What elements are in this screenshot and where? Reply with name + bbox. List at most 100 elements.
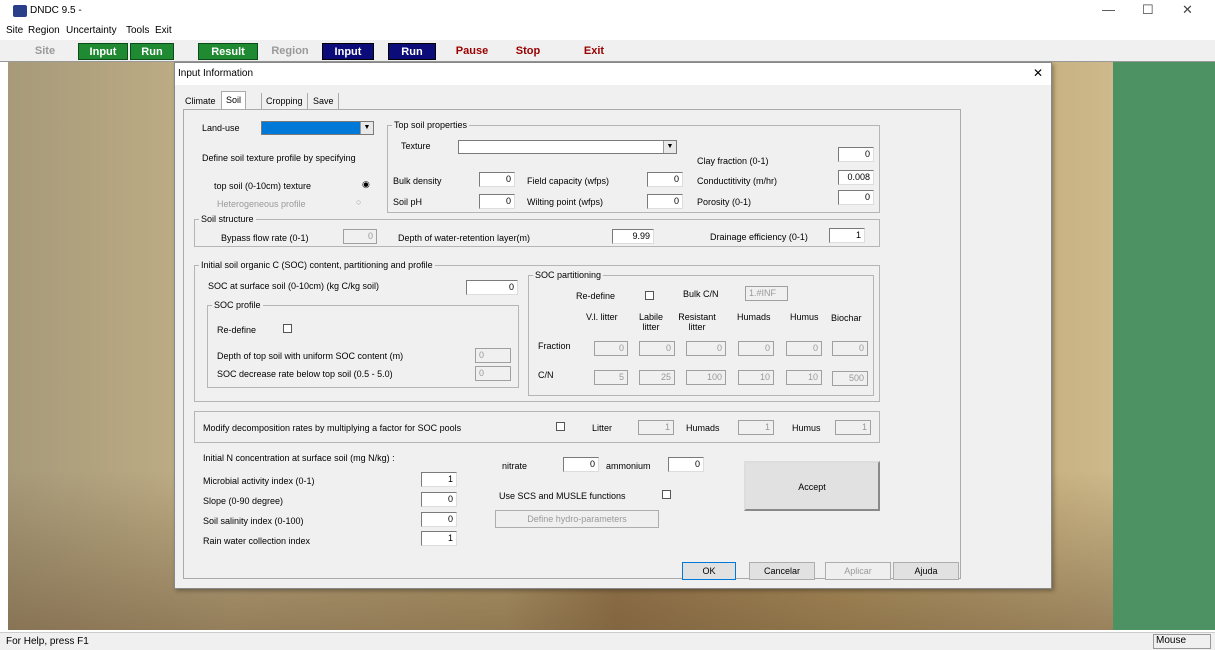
- define-texture-label: Define soil texture profile by specifyin…: [202, 153, 356, 163]
- soil-structure-title: Soil structure: [199, 214, 256, 224]
- cn-vl-litter[interactable]: 5: [594, 370, 628, 385]
- slope-input[interactable]: 0: [421, 492, 457, 507]
- scs-checkbox[interactable]: [662, 490, 671, 499]
- soc-partitioning-title: SOC partitioning: [533, 270, 604, 280]
- nitrate-input[interactable]: 0: [563, 457, 599, 472]
- soc-redefine-checkbox[interactable]: [283, 324, 292, 333]
- drainage-input[interactable]: 1: [829, 228, 865, 243]
- define-hydro-button[interactable]: Define hydro-parameters: [495, 510, 659, 528]
- top-soil-title: Top soil properties: [392, 120, 470, 130]
- window-title-bar: [0, 0, 1215, 22]
- fraction-biochar[interactable]: 0: [832, 341, 868, 356]
- landuse-label: Land-use: [202, 123, 240, 133]
- fraction-resistant[interactable]: 0: [686, 341, 726, 356]
- decomp-humads-label: Humads: [686, 423, 720, 433]
- decomp-checkbox[interactable]: [556, 422, 565, 431]
- bulk-density-label: Bulk density: [393, 176, 442, 186]
- menu-tools[interactable]: Tools: [126, 25, 149, 36]
- result-button[interactable]: Result: [198, 43, 258, 60]
- decomp-humus-label: Humus: [792, 423, 821, 433]
- decomp-humads-input[interactable]: 1: [738, 420, 774, 435]
- porosity-label: Porosity (0-1): [697, 197, 752, 207]
- soil-ph-input[interactable]: 0: [479, 194, 515, 209]
- salinity-input[interactable]: 0: [421, 512, 457, 527]
- input-button[interactable]: Input: [78, 43, 128, 60]
- menu-bar: Site Region Uncertainty Tools Exit: [0, 22, 1215, 38]
- bulk-density-input[interactable]: 0: [479, 172, 515, 187]
- field-capacity-input[interactable]: 0: [647, 172, 683, 187]
- soc-rate-input[interactable]: 0: [475, 366, 511, 381]
- cn-labile[interactable]: 25: [639, 370, 675, 385]
- minimize-button[interactable]: —: [1102, 2, 1115, 17]
- menu-site[interactable]: Site: [6, 25, 23, 36]
- top-soil-group: Top soil properties: [387, 120, 880, 213]
- hetero-profile-label: Heterogeneous profile: [217, 199, 306, 209]
- micro-input[interactable]: 1: [421, 472, 457, 487]
- close-window-button[interactable]: ✕: [1182, 2, 1193, 18]
- chevron-down-icon: ▼: [663, 141, 676, 153]
- region-run-button[interactable]: Run: [388, 43, 436, 60]
- salinity-label: Soil salinity index (0-100): [203, 516, 304, 526]
- texture-dropdown[interactable]: ▼: [458, 140, 677, 154]
- region-input-button[interactable]: Input: [322, 43, 374, 60]
- maximize-button[interactable]: ☐: [1142, 2, 1154, 18]
- region-button[interactable]: Region: [262, 43, 318, 60]
- toolbar: Site Input Run Result Region Input Run P…: [0, 40, 1215, 62]
- cancel-button[interactable]: Cancelar: [749, 562, 815, 580]
- app-icon: [13, 5, 27, 17]
- ok-button[interactable]: OK: [682, 562, 736, 580]
- dialog-title-bar: [175, 63, 1051, 85]
- decomp-litter-input[interactable]: 1: [638, 420, 674, 435]
- wilting-point-input[interactable]: 0: [647, 194, 683, 209]
- topsoil-radio[interactable]: ◉: [362, 179, 370, 190]
- landuse-dropdown[interactable]: ▼: [261, 121, 374, 135]
- cn-humus[interactable]: 10: [786, 370, 822, 385]
- run-button[interactable]: Run: [130, 43, 174, 60]
- depth-retention-label: Depth of water-retention layer(m): [398, 233, 531, 243]
- soc-rate-label: SOC decrease rate below top soil (0.5 - …: [217, 369, 393, 379]
- soc-surface-input[interactable]: 0: [466, 280, 518, 295]
- menu-region[interactable]: Region: [28, 25, 60, 36]
- fraction-vl-litter[interactable]: 0: [594, 341, 628, 356]
- part-redefine-checkbox[interactable]: [645, 291, 654, 300]
- stop-button[interactable]: Stop: [508, 43, 548, 60]
- pause-button[interactable]: Pause: [448, 43, 496, 60]
- fraction-labile[interactable]: 0: [639, 341, 675, 356]
- menu-exit[interactable]: Exit: [155, 25, 172, 36]
- chevron-down-icon: ▼: [360, 122, 373, 134]
- site-button[interactable]: Site: [20, 43, 70, 60]
- cn-resistant[interactable]: 100: [686, 370, 726, 385]
- soc-depth-input[interactable]: 0: [475, 348, 511, 363]
- ammonium-input[interactable]: 0: [668, 457, 704, 472]
- side-panel: [1113, 62, 1215, 630]
- rain-input[interactable]: 1: [421, 531, 457, 546]
- tab-climate[interactable]: Climate: [181, 93, 220, 109]
- menu-uncertainty[interactable]: Uncertainty: [66, 25, 117, 36]
- tab-cropping[interactable]: Cropping: [261, 93, 308, 109]
- cn-label: C/N: [538, 370, 554, 380]
- decomp-humus-input[interactable]: 1: [835, 420, 871, 435]
- fraction-label: Fraction: [538, 341, 571, 351]
- fraction-humads[interactable]: 0: [738, 341, 774, 356]
- decomp-litter-label: Litter: [592, 423, 613, 433]
- topsoil-texture-label: top soil (0-10cm) texture: [214, 181, 312, 191]
- bulk-cn-input[interactable]: 1.#INF: [745, 286, 788, 301]
- help-button[interactable]: Ajuda: [893, 562, 959, 580]
- conductivity-input[interactable]: 0.008: [838, 170, 874, 185]
- porosity-input[interactable]: 0: [838, 190, 874, 205]
- bypass-input[interactable]: 0: [343, 229, 377, 244]
- cn-biochar[interactable]: 500: [832, 371, 868, 386]
- soc-profile-title: SOC profile: [212, 300, 263, 310]
- exit-button[interactable]: Exit: [574, 43, 614, 60]
- fraction-humus[interactable]: 0: [786, 341, 822, 356]
- tab-save[interactable]: Save: [309, 93, 339, 109]
- clay-input[interactable]: 0: [838, 147, 874, 162]
- cn-humads[interactable]: 10: [738, 370, 774, 385]
- tab-soil[interactable]: Soil: [221, 91, 247, 109]
- soil-ph-label: Soil pH: [393, 197, 423, 207]
- dialog-close-button[interactable]: ✕: [1033, 66, 1043, 80]
- apply-button[interactable]: Aplicar: [825, 562, 891, 580]
- hetero-radio[interactable]: ○: [356, 197, 361, 207]
- accept-button[interactable]: Accept: [744, 461, 880, 511]
- depth-retention-input[interactable]: 9.99: [612, 229, 654, 244]
